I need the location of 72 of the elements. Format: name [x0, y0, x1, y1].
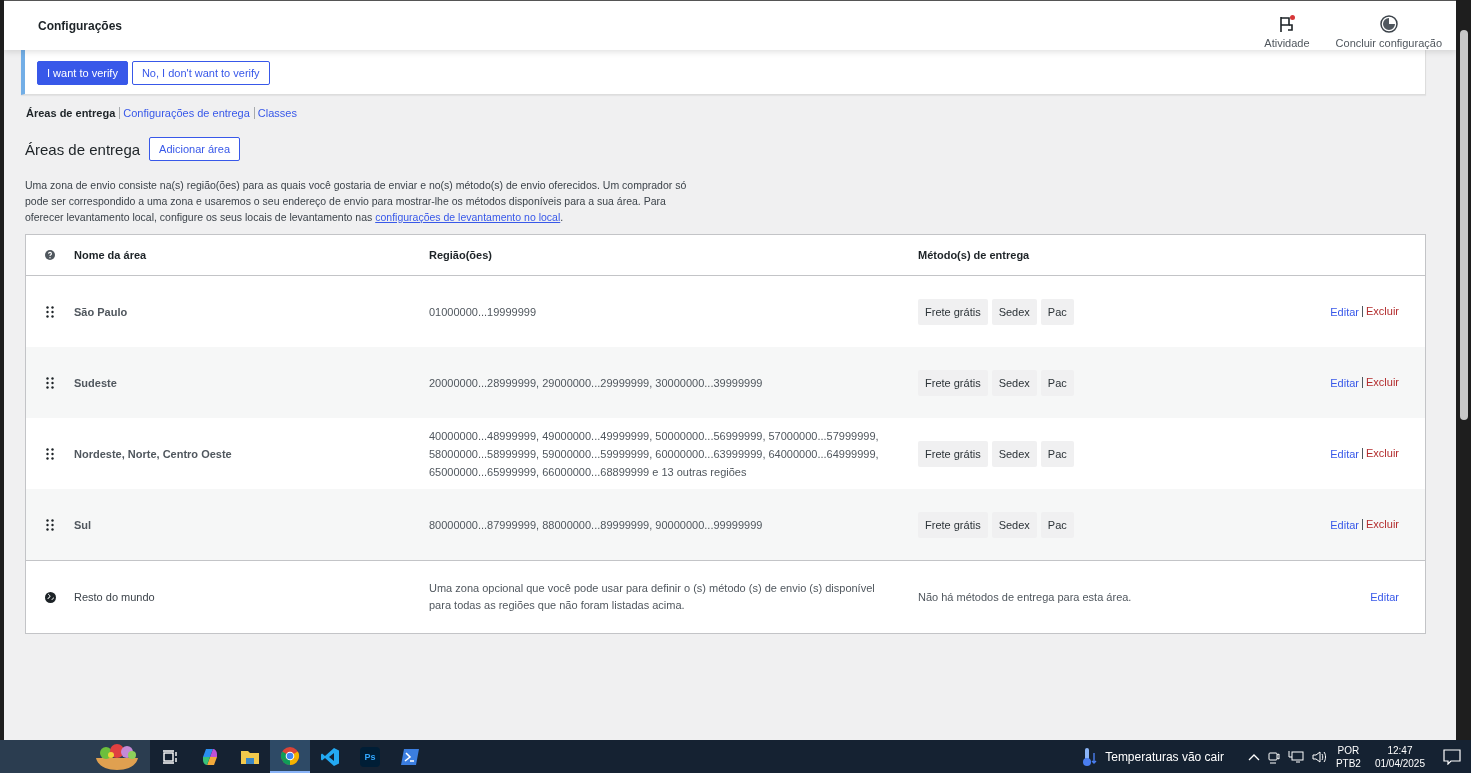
- copilot-icon: [200, 746, 220, 767]
- subnav-tab[interactable]: Configurações de entrega: [119, 107, 250, 119]
- edit-link[interactable]: Editar: [1330, 518, 1359, 531]
- flag-icon: [1277, 14, 1296, 33]
- chrome-icon: [280, 745, 300, 766]
- section-heading: Áreas de entrega: [25, 140, 141, 158]
- network-icon[interactable]: [1287, 749, 1304, 764]
- delete-link[interactable]: Excluir: [1362, 448, 1399, 459]
- zone-name: Sudeste: [74, 376, 118, 389]
- zone-name: Nordeste, Norte, Centro Oeste: [74, 447, 233, 460]
- photoshop-icon: Ps: [360, 746, 380, 767]
- globe-icon: [44, 591, 56, 603]
- drag-handle-icon[interactable]: [46, 518, 54, 531]
- speaker-icon[interactable]: [1311, 749, 1328, 764]
- method-tag: Pac: [1040, 511, 1074, 538]
- terminal-icon: [400, 747, 420, 766]
- header-action[interactable]: Atividade: [1258, 10, 1316, 53]
- page-title: Configurações: [38, 18, 123, 33]
- method-tag: Frete grátis: [918, 511, 988, 538]
- drag-handle-icon[interactable]: [46, 447, 54, 460]
- no-methods-text: Não há métodos de entrega para esta área.: [918, 591, 1133, 603]
- webcam-icon[interactable]: [1267, 749, 1280, 764]
- method-tag: Frete grátis: [918, 298, 988, 325]
- header-action[interactable]: Concluir configuração: [1329, 10, 1448, 53]
- method-tag: Pac: [1040, 369, 1074, 396]
- edit-link[interactable]: Editar: [1370, 591, 1399, 603]
- zone-name: São Paulo: [74, 305, 129, 318]
- zone-name: Sul: [74, 518, 93, 531]
- drag-handle-icon[interactable]: [46, 305, 54, 318]
- delete-link[interactable]: Excluir: [1362, 519, 1399, 530]
- column-header: Método(s) de entrega: [918, 249, 1031, 261]
- edit-link[interactable]: Editar: [1330, 305, 1359, 318]
- taskbar-app[interactable]: [270, 740, 310, 773]
- taskbar-app[interactable]: Ps: [350, 740, 390, 773]
- zone-regions: 20000000...28999999, 29000000...29999999, 30000000...39999999: [429, 375, 764, 391]
- decline-button[interactable]: No, I don't want to verify: [131, 61, 270, 85]
- column-header: Nome da área: [74, 249, 148, 261]
- input-language[interactable]: POR PTB2: [1335, 743, 1361, 770]
- zone-regions: 40000000...48999999, 49000000...49999999, 50000000...56999999, 57000000...57999999, 58000000...58999999, 59000000...59999999, 60000000...63999999, 64000000...64999999, 65000000...65999999, 66000000...68899999 e 13 outras regiões: [429, 428, 880, 480]
- notification-icon[interactable]: [1443, 748, 1461, 765]
- method-tag: Sedex: [991, 298, 1037, 325]
- subnav-tab[interactable]: Classes: [253, 107, 297, 119]
- delete-link[interactable]: Excluir: [1362, 306, 1399, 317]
- weather-widget[interactable]: Temperaturas vão cair: [1077, 745, 1230, 768]
- method-tag: Frete grátis: [918, 440, 988, 467]
- edit-link[interactable]: Editar: [1330, 447, 1359, 460]
- zone-regions: Uma zona opcional que você pode usar para definir o (s) método (s) de envio (s) disponível para todas as regiões que não foram listadas acima.: [429, 581, 876, 613]
- delete-link[interactable]: Excluir: [1362, 377, 1399, 388]
- method-tag: Pac: [1040, 440, 1074, 467]
- subnav-tab[interactable]: Áreas de entrega: [26, 107, 116, 119]
- description-text: Uma zona de envio consiste na(s) região(ões) para as quais você gostaria de enviar e no(s) método(s) de envio oferecidos. Um comprador só pode ser correspondido a uma zona e usaremos o seu endereço de envio para mostrar-lhe os métodos disponíveis para a sua área. Para oferecer levantamento local, configure os seus locais de levantamento nas configurações de levantamento no local.: [25, 178, 688, 225]
- task-view-icon: [162, 748, 178, 765]
- zone-name: Resto do mundo: [74, 591, 156, 603]
- thermometer-icon: [1083, 746, 1098, 767]
- column-header: Região(ões): [429, 249, 493, 261]
- method-tag: Pac: [1040, 298, 1074, 325]
- clock[interactable]: 12:47 01/04/2025: [1374, 743, 1425, 770]
- scrollbar-thumb[interactable]: [1459, 30, 1468, 420]
- method-tag: Sedex: [991, 440, 1037, 467]
- progress-icon: [1379, 14, 1398, 33]
- zone-regions: 80000000...87999999, 88000000...89999999, 90000000...99999999: [429, 517, 764, 533]
- edit-link[interactable]: Editar: [1330, 376, 1359, 389]
- method-tag: Frete grátis: [918, 369, 988, 396]
- zone-regions: 01000000...19999999: [429, 304, 538, 320]
- method-tag: Sedex: [991, 511, 1037, 538]
- help-icon[interactable]: [45, 250, 55, 260]
- verify-button[interactable]: I want to verify: [37, 61, 128, 85]
- method-tag: Sedex: [991, 369, 1037, 396]
- add-button[interactable]: Adicionar área: [149, 137, 240, 161]
- chevron-up-icon[interactable]: [1247, 752, 1260, 761]
- drag-handle-icon[interactable]: [46, 376, 54, 389]
- code-editor-icon: [320, 746, 340, 767]
